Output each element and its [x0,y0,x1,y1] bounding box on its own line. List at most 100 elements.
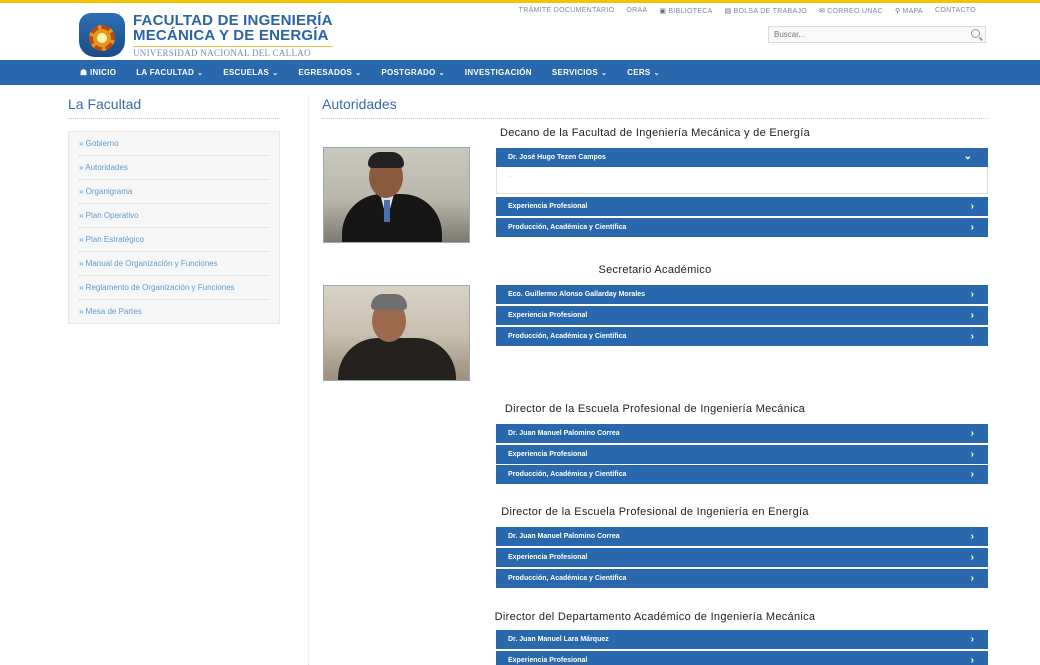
faculty-emblem-icon [77,13,127,57]
sidebar-item-organigrama[interactable]: » Organigrama [79,180,269,204]
nav-item-investigacion[interactable]: INVESTIGACIÓN [465,68,532,77]
accordion-title: Experiencia Profesional [508,312,588,319]
chevron-right-icon: › [970,428,974,439]
nav-item-la-facultad[interactable]: LA FACULTAD ⌄ [136,68,203,77]
chevron-down-icon: ⌄ [653,70,660,77]
sidebar-item-reglamento-organizacion[interactable]: » Reglamento de Organización y Funciones [79,276,269,300]
chevron-down-icon: ⌄ [272,70,279,77]
chevron-right-icon: › [970,310,974,321]
accordion-title: Dr. Juan Manuel Palomino Correa [508,430,620,437]
accordion-header-director-energia-name[interactable]: Dr. Juan Manuel Palomino Correa › [496,527,988,546]
sidebar-item-mesa-de-partes[interactable]: » Mesa de Partes [79,300,269,323]
sidebar-divider [68,118,280,119]
column-divider [308,96,309,665]
chevron-right-icon: › [970,222,974,233]
accordion-header-director-departamento-name[interactable]: Dr. Juan Manuel Lara Márquez › [496,630,988,649]
nav-item-cers[interactable]: CERS ⌄ [627,68,660,77]
home-icon: ☗ [80,68,90,77]
accordion-header-director-mecanica-name[interactable]: Dr. Juan Manuel Palomino Correa › [496,424,988,443]
accordion-header-director-mecanica-production[interactable]: Producción, Académica y Científica › [496,465,988,484]
accordion-title: Producción, Académica y Científica [508,471,627,478]
accordion-title: Experiencia Profesional [508,554,588,561]
logo-line-2: MECÁNICA Y DE ENERGÍA [133,27,329,44]
util-link-biblioteca[interactable]: ▣ BIBLIOTECA [659,7,712,15]
accordion-title: Producción, Académica y Científica [508,575,627,582]
nav-item-egresados[interactable]: EGRESADOS ⌄ [298,68,361,77]
logo-line-1: FACULTAD DE INGENIERÍA [133,12,333,29]
chevron-right-icon: › [970,449,974,460]
accordion-header-secretario-production[interactable]: Producción, Académica y Científica › [496,327,988,346]
top-accent-line [0,0,1040,3]
chevron-down-icon: ⌄ [963,151,972,162]
chevron-right-icon: › [970,573,974,584]
accordion-title: Dr. Juan Manuel Palomino Correa [508,533,620,540]
chevron-right-icon: › [970,634,974,645]
chevron-down-icon: ⌄ [438,70,445,77]
map-pin-icon: ⚲ [895,8,901,15]
logo-line-3: UNIVERSIDAD NACIONAL DEL CALLAO [133,46,333,58]
accordion-header-decano-experience[interactable]: Experiencia Profesional › [496,197,988,216]
sidebar-item-plan-operativo[interactable]: » Plan Operativo [79,204,269,228]
chevron-right-icon: › [970,331,974,342]
accordion-header-decano-production[interactable]: Producción, Académica y Científica › [496,218,988,237]
logo-text: FACULTAD DE INGENIERÍA MECÁNICA Y DE ENE… [133,13,333,58]
photo-decano [323,147,470,243]
util-link-contacto[interactable]: CONTACTO [935,7,976,15]
chevron-right-icon: › [970,469,974,480]
chevron-right-icon: › [970,201,974,212]
chevron-right-icon: › [970,289,974,300]
chevron-right-icon: › [970,655,974,665]
sidebar-item-autoridades[interactable]: » Autoridades [79,156,269,180]
section-heading-decano: Decano de la Facultad de Ingeniería Mecá… [499,127,810,139]
accordion-panel-decano: - [496,167,988,194]
util-link-oraa[interactable]: ORAA [626,7,647,15]
section-heading-director-energia: Director de la Escuela Profesional de In… [501,506,809,518]
main-nav: ☗ INICIO LA FACULTAD ⌄ ESCUELAS ⌄ EGRESADO… [0,60,1040,85]
accordion-title: Dr. José Hugo Tezen Campos [508,154,606,161]
chevron-right-icon: › [970,552,974,563]
accordion-title: Experiencia Profesional [508,657,588,664]
briefcase-icon: ▤ [724,8,732,15]
sidebar-item-gobierno[interactable]: » Gobierno [79,132,269,156]
nav-item-postgrado[interactable]: POSTGRADO ⌄ [381,68,444,77]
accordion-header-director-energia-experience[interactable]: Experiencia Profesional › [496,548,988,567]
nav-item-servicios[interactable]: SERVICIOS ⌄ [552,68,607,77]
sidebar-menu: » Gobierno » Autoridades » Organigrama »… [68,131,280,324]
photo-secretario [323,285,470,381]
accordion-title: Producción, Académica y Científica [508,224,627,231]
accordion-title: Eco. Guillermo Alonso Gallarday Morales [508,291,646,298]
page-title: Autoridades [322,96,397,112]
accordion-header-director-energia-production[interactable]: Producción, Académica y Científica › [496,569,988,588]
sidebar-title: La Facultad [68,96,142,112]
content-divider [322,118,988,119]
chevron-down-icon: ⌄ [355,70,362,77]
accordion-title: Experiencia Profesional [508,451,588,458]
accordion-title: Producción, Académica y Científica [508,333,627,340]
chevron-right-icon: › [970,531,974,542]
search-icon[interactable] [971,29,980,38]
sidebar-item-plan-estrategico[interactable]: » Plan Estratégico [79,228,269,252]
book-icon: ▣ [659,8,667,15]
accordion-title: Experiencia Profesional [508,203,588,210]
site-logo[interactable]: FACULTAD DE INGENIERÍA MECÁNICA Y DE ENE… [77,13,333,58]
accordion-header-director-mecanica-experience[interactable]: Experiencia Profesional › [496,445,988,464]
accordion-header-secretario-name[interactable]: Eco. Guillermo Alonso Gallarday Morales … [496,285,988,304]
sidebar-item-manual-organizacion[interactable]: » Manual de Organización y Funciones [79,252,269,276]
chevron-down-icon: ⌄ [197,70,204,77]
accordion-header-decano-name[interactable]: Dr. José Hugo Tezen Campos ⌄ [496,148,988,167]
nav-item-escuelas[interactable]: ESCUELAS ⌄ [223,68,278,77]
nav-item-inicio[interactable]: ☗ INICIO [80,68,116,77]
search-box [768,26,986,43]
utility-nav: TRÁMITE DOCUMENTARIO ORAA ▣ BIBLIOTECA ▤ B… [519,7,976,15]
section-heading-director-mecanica: Director de la Escuela Profesional de In… [504,403,806,415]
accordion-header-director-departamento-experience[interactable]: Experiencia Profesional › [496,651,988,665]
accordion-title: Dr. Juan Manuel Lara Márquez [508,636,609,643]
search-input[interactable] [769,30,959,39]
util-link-mapa[interactable]: ⚲ MAPA [895,7,923,15]
util-link-tramite[interactable]: TRÁMITE DOCUMENTARIO [519,7,615,15]
util-link-bolsa[interactable]: ▤ BOLSA DE TRABAJO [725,7,807,15]
chevron-down-icon: ⌄ [600,70,608,77]
accordion-header-secretario-experience[interactable]: Experiencia Profesional › [496,306,988,325]
section-heading-director-departamento: Director del Departamento Académico de I… [494,611,816,623]
util-link-correo[interactable]: ✉ CORREO UNAC [819,7,883,15]
